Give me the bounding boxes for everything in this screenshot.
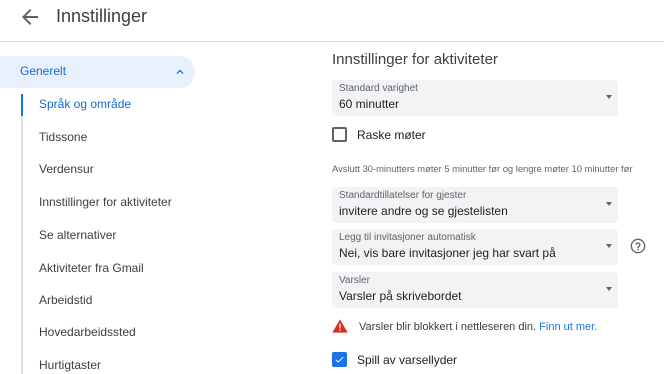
- quick-meetings-checkbox-row[interactable]: Raske møter: [332, 127, 452, 145]
- back-button[interactable]: [18, 5, 42, 29]
- nav-group-general[interactable]: Generelt: [0, 56, 195, 88]
- notifications-select[interactable]: Varsler Varsler på skrivebordet: [332, 272, 618, 308]
- sidebar-item-language-region[interactable]: Språk og område: [39, 97, 131, 111]
- dropdown-arrow-icon: [606, 287, 612, 291]
- default-duration-select[interactable]: Standard varighet 60 minutter: [332, 80, 618, 116]
- select-label: Standard varighet: [339, 83, 418, 94]
- checkbox-label: Spill av varsellyder: [357, 353, 458, 367]
- warning-icon: [332, 319, 348, 333]
- blocked-notifications-warning: Varsler blir blokkert i nettleseren din.…: [359, 321, 597, 333]
- help-icon[interactable]: [630, 238, 646, 254]
- sidebar-item-event-settings[interactable]: Innstillinger for aktiviteter: [39, 195, 172, 209]
- warning-text: Varsler blir blokkert i nettleseren din.: [359, 321, 537, 333]
- settings-sidebar: Generelt Språk og område Tidssone Verden…: [0, 42, 200, 374]
- select-label: Standardtillatelser for gjester: [339, 190, 467, 201]
- sidebar-item-primary-workplace[interactable]: Hovedarbeidssted: [39, 325, 136, 339]
- quick-meetings-hint: Avslutt 30-minutters møter 5 minutter fø…: [332, 163, 633, 174]
- select-value: invitere andre og se gjestelisten: [339, 204, 508, 218]
- back-arrow-icon: [22, 9, 38, 25]
- checkbox-label: Raske møter: [357, 128, 426, 142]
- learn-more-link[interactable]: Finn ut mer.: [539, 321, 597, 333]
- page-title: Innstillinger: [56, 6, 148, 26]
- chevron-up-icon: [176, 69, 184, 74]
- dropdown-arrow-icon: [606, 202, 612, 206]
- sidebar-item-working-hours[interactable]: Arbeidstid: [39, 293, 92, 307]
- select-value: 60 minutter: [339, 97, 400, 111]
- auto-add-invitations-select[interactable]: Legg til invitasjoner automatisk Nei, vi…: [332, 229, 618, 265]
- nav-active-indicator: [21, 94, 23, 116]
- quick-meetings-checkbox[interactable]: [332, 127, 347, 142]
- sidebar-item-view-options[interactable]: Se alternativer: [39, 228, 116, 242]
- section-title: Innstillinger for aktiviteter: [332, 51, 498, 68]
- select-label: Legg til invitasjoner automatisk: [339, 232, 476, 243]
- select-label: Varsler: [339, 275, 370, 286]
- play-sounds-checkbox[interactable]: [332, 352, 347, 367]
- nav-group-label: Generelt: [20, 64, 67, 78]
- sidebar-item-world-clock[interactable]: Verdensur: [39, 162, 94, 176]
- select-value: Varsler på skrivebordet: [339, 289, 462, 303]
- nav-rail: [21, 94, 23, 374]
- play-sounds-checkbox-row[interactable]: Spill av varsellyder: [332, 352, 472, 370]
- select-value: Nei, vis bare invitasjoner jeg har svart…: [339, 246, 556, 260]
- sidebar-item-time-zone[interactable]: Tidssone: [39, 130, 87, 144]
- guest-permissions-select[interactable]: Standardtillatelser for gjester invitere…: [332, 187, 618, 223]
- dropdown-arrow-icon: [606, 95, 612, 99]
- dropdown-arrow-icon: [606, 244, 612, 248]
- sidebar-item-events-from-gmail[interactable]: Aktiviteter fra Gmail: [39, 261, 144, 275]
- app-header: Innstillinger: [0, 0, 664, 42]
- sidebar-item-keyboard-shortcuts[interactable]: Hurtigtaster: [39, 358, 101, 372]
- checkmark-icon: [335, 356, 344, 363]
